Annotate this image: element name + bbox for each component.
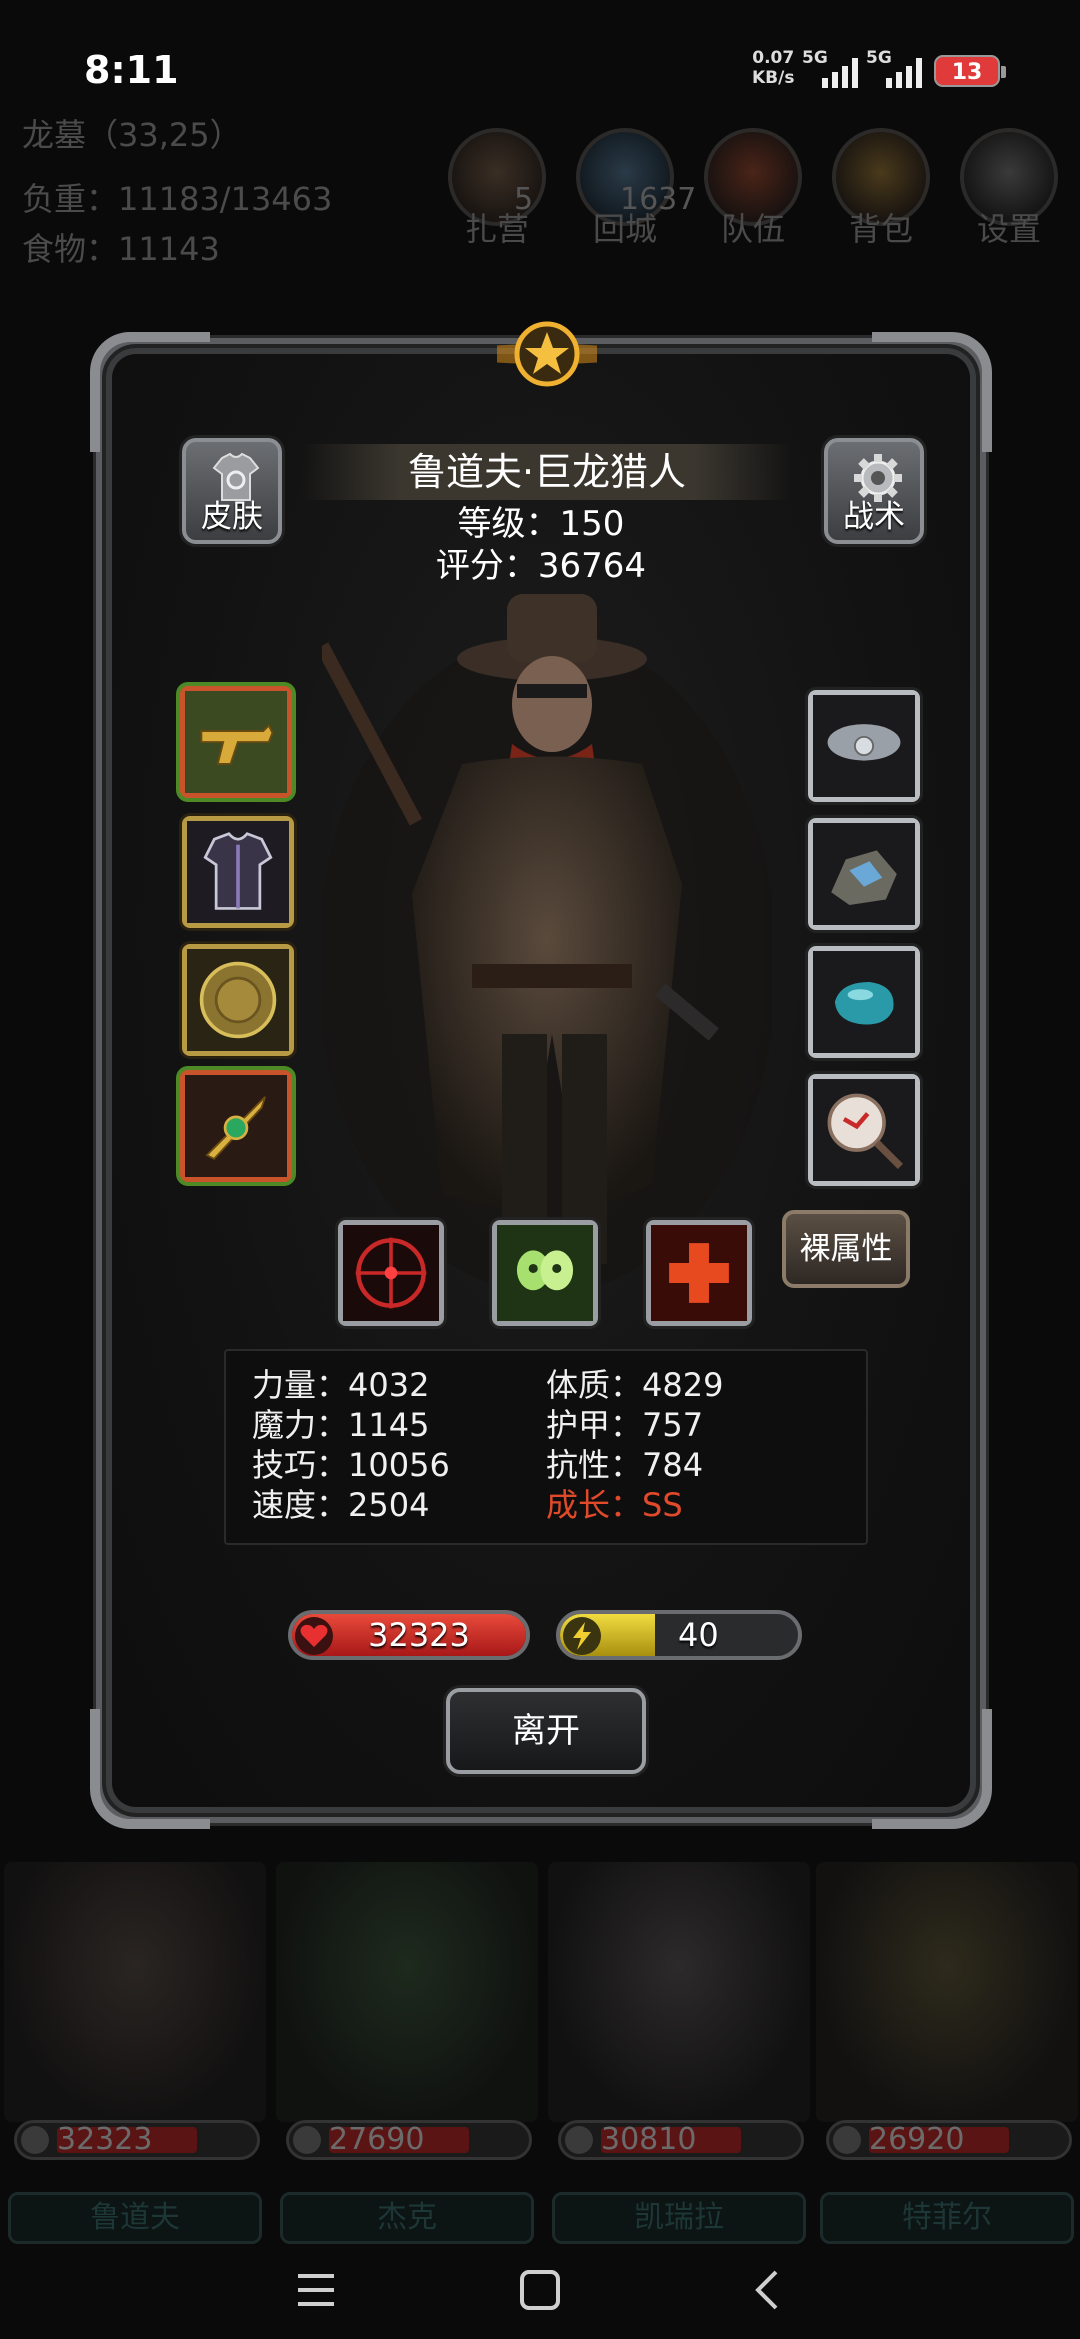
menu-return-city[interactable]: 1637 回城 — [576, 128, 696, 250]
frame-corner — [872, 332, 992, 452]
shield-icon — [187, 949, 289, 1051]
magnifier-slot[interactable] — [808, 1074, 920, 1186]
status-bar: 8:11 0.07 KB/s 5G 5G 13 — [0, 0, 1080, 110]
team-member-name: 特菲尔 — [820, 2192, 1074, 2244]
location-text: 龙墓（33,25） — [22, 116, 242, 154]
load-text: 负重：11183/13463 — [22, 180, 333, 218]
stat-armor: 护甲：757 — [546, 1406, 704, 1444]
system-nav-bar — [0, 2240, 1080, 2339]
stats-panel: 力量：4032 魔力：1145 技巧：10056 速度：2504 体质：4829… — [224, 1349, 868, 1545]
menu-camp[interactable]: 5 扎营 — [448, 128, 546, 250]
frame-corner — [90, 332, 210, 452]
hero-name: 鲁道夫·巨龙猎人 — [302, 444, 792, 500]
stat-growth: 成长：SS — [546, 1486, 683, 1524]
gem-slot[interactable] — [808, 946, 920, 1058]
frame-corner — [872, 1709, 992, 1829]
team-member-name: 凯瑞拉 — [552, 2192, 806, 2244]
shield-slot[interactable] — [182, 944, 294, 1056]
armor-slot[interactable] — [182, 816, 294, 928]
net-speed: 0.07 KB/s — [752, 48, 795, 88]
team-card[interactable]: 32323 鲁道夫 — [4, 1862, 266, 2252]
magnifier-icon — [813, 1079, 915, 1181]
leave-button[interactable]: 离开 — [446, 1688, 646, 1774]
hp-bar: 30810 — [558, 2120, 804, 2160]
energy-value: 40 — [678, 1616, 719, 1654]
back-icon[interactable] — [746, 2268, 790, 2312]
avatar — [548, 1862, 810, 2122]
team-member-name: 鲁道夫 — [8, 2192, 262, 2244]
menu-team[interactable]: 队伍 — [704, 128, 802, 250]
tactics-button[interactable]: 战术 — [824, 438, 924, 544]
golden-gun-icon — [185, 691, 287, 793]
cloud-amulet-slot[interactable] — [808, 690, 920, 802]
clock: 8:11 — [84, 48, 179, 92]
accessory-slot[interactable] — [180, 1070, 292, 1182]
hp-value: 32323 — [368, 1616, 470, 1654]
avatar — [276, 1862, 538, 2122]
skin-button[interactable]: 皮肤 — [182, 438, 282, 544]
hp-bar: 26920 — [826, 2120, 1072, 2160]
food-text: 食物：11143 — [22, 230, 220, 268]
menu-settings[interactable]: 设置 — [960, 128, 1058, 250]
stat-speed: 速度：2504 — [252, 1486, 430, 1524]
cloud-amulet-icon — [813, 695, 915, 797]
emerald-dagger-icon — [185, 1075, 287, 1177]
stat-resistance: 抗性：784 — [546, 1446, 704, 1484]
team-card[interactable]: 27690 杰克 — [276, 1862, 538, 2252]
weapon-slot[interactable] — [180, 686, 292, 798]
frame-corner — [90, 1709, 210, 1829]
skill-3[interactable] — [646, 1220, 752, 1326]
team-card[interactable]: 30810 凯瑞拉 — [548, 1862, 810, 2252]
menu-backpack[interactable]: 背包 — [832, 128, 930, 250]
skulls-icon — [497, 1225, 593, 1321]
stat-magic: 魔力：1145 — [252, 1406, 430, 1444]
avatar — [816, 1862, 1078, 2122]
hp-bar: 32323 — [14, 2120, 260, 2160]
avatar — [4, 1862, 266, 2122]
map-info: 龙墓（33,25） 负重：11183/13463 食物：11143 — [22, 110, 332, 274]
crystal-ore-icon — [813, 823, 915, 925]
skill-1[interactable] — [338, 1220, 444, 1326]
heal-cross-icon — [651, 1225, 747, 1321]
character-dialog: 鲁道夫·巨龙猎人 等级：150 评分：36764 皮肤 战术 裸属性 力量：40… — [90, 321, 992, 1829]
sun-emblem-icon — [497, 321, 597, 387]
naked-stats-button[interactable]: 裸属性 — [782, 1210, 910, 1288]
signal-2-icon: 5G — [866, 48, 926, 88]
main-menu: 5 扎营 1637 回城 队伍 背包 设置 — [448, 128, 1058, 250]
battery-icon: 13 — [934, 55, 1006, 87]
menu-icon[interactable] — [294, 2268, 338, 2312]
ore-slot[interactable] — [808, 818, 920, 930]
team-card[interactable]: 26920 特菲尔 — [816, 1862, 1078, 2252]
armor-icon — [187, 821, 289, 923]
energy-bar: 40 — [556, 1610, 802, 1660]
stat-strength: 力量：4032 — [252, 1366, 430, 1404]
team-roster: 32323 鲁道夫 27690 杰克 30810 凯瑞拉 26920 特菲尔 — [0, 1862, 1080, 2244]
stat-skill: 技巧：10056 — [252, 1446, 450, 1484]
target-icon — [343, 1225, 439, 1321]
signal-1-icon: 5G — [802, 48, 862, 88]
turquoise-stone-icon — [813, 951, 915, 1053]
hp-bar: 32323 — [288, 1610, 530, 1660]
hero-portrait — [322, 594, 772, 1284]
home-icon[interactable] — [518, 2268, 562, 2312]
skill-2[interactable] — [492, 1220, 598, 1326]
hp-bar: 27690 — [286, 2120, 532, 2160]
stat-constitution: 体质：4829 — [546, 1366, 724, 1404]
team-member-name: 杰克 — [280, 2192, 534, 2244]
